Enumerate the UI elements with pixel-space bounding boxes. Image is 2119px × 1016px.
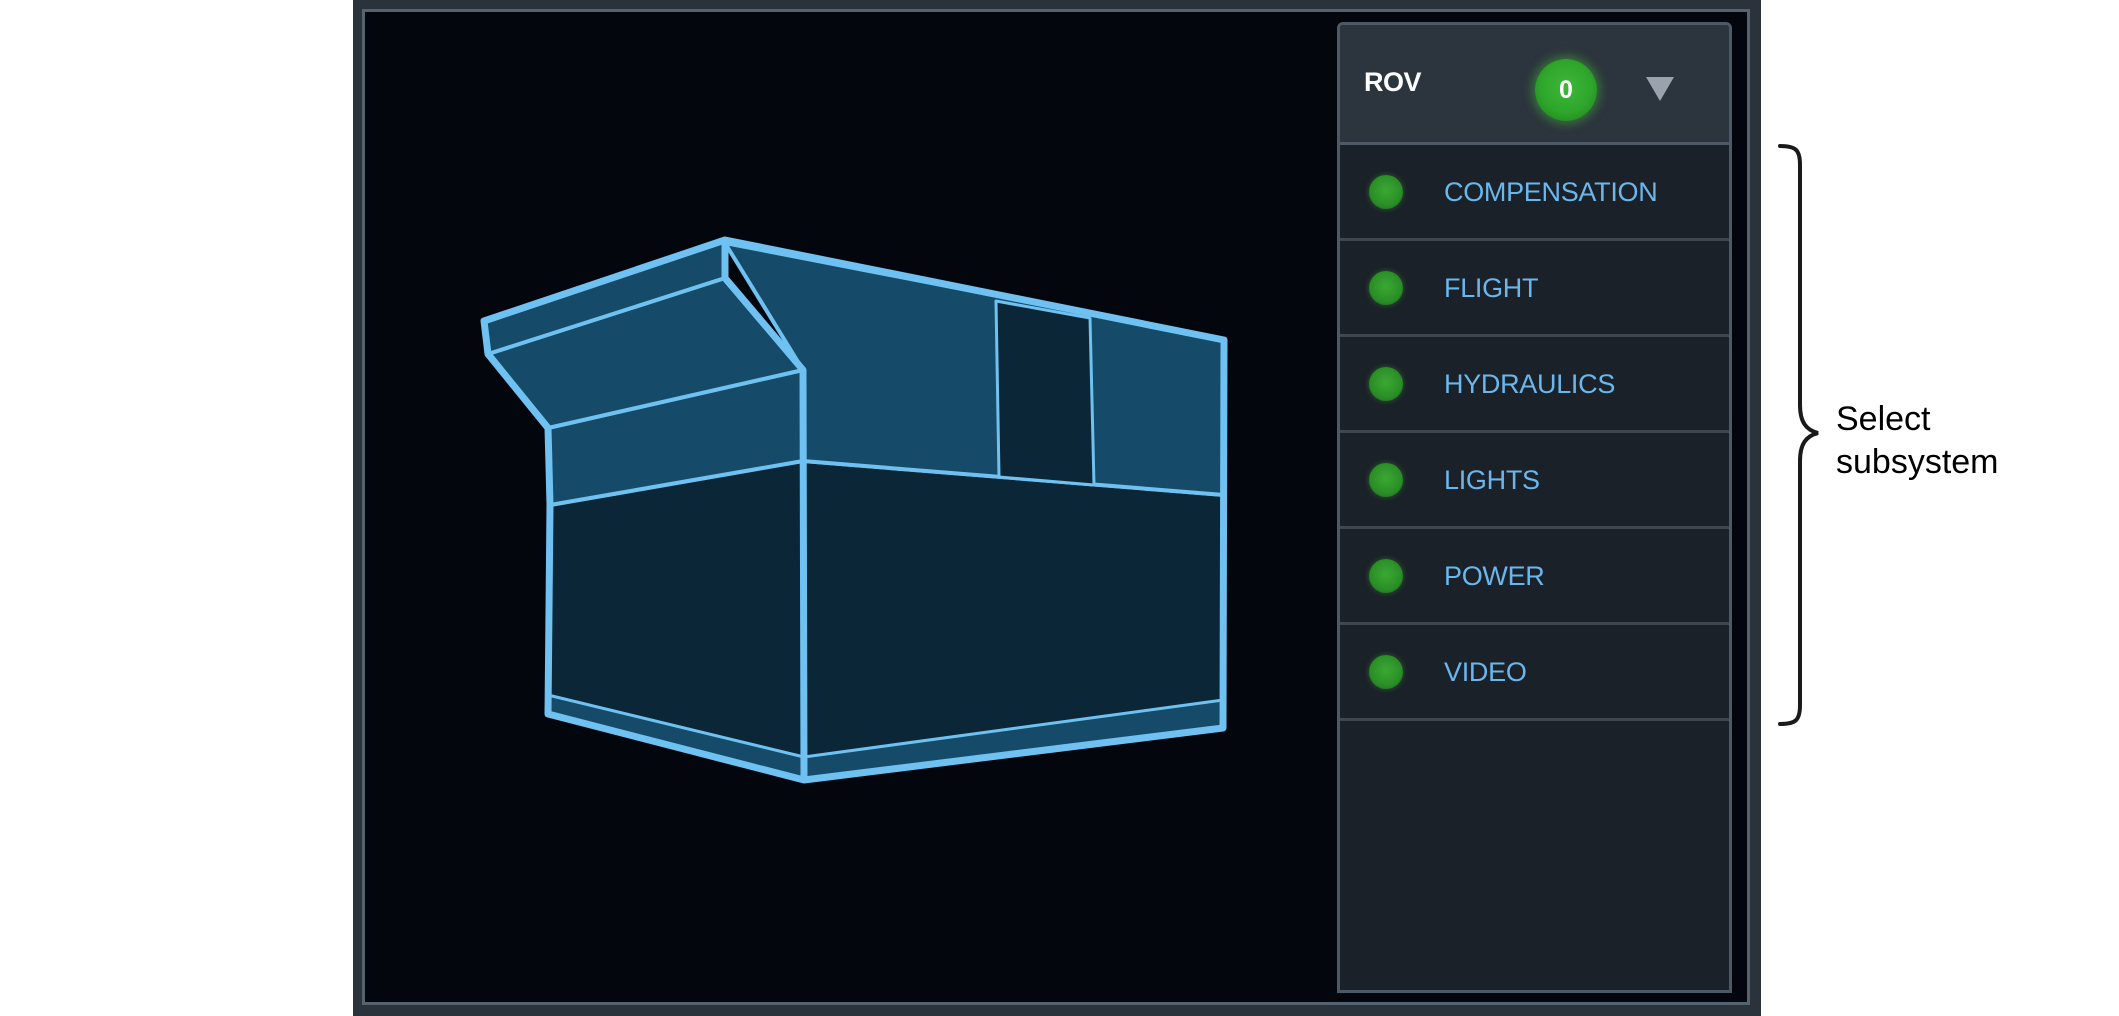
annotation-label: Select subsystem (1836, 400, 1999, 481)
status-led-icon (1369, 463, 1403, 497)
rov-3d-model[interactable] (0, 0, 2119, 1016)
status-led-icon (1369, 271, 1403, 305)
subsystem-label: HYDRAULICS (1444, 369, 1616, 399)
subsystem-item-flight[interactable]: FLIGHT (1340, 241, 1729, 337)
subsystem-label: LIGHTS (1444, 465, 1540, 495)
rov-upper-panel (994, 299, 1096, 487)
subsystem-label: POWER (1444, 561, 1545, 591)
alert-count-badge: 0 (1535, 59, 1597, 121)
panel-title: ROV (1364, 67, 1422, 97)
status-led-icon (1369, 655, 1403, 689)
subsystem-label: VIDEO (1444, 657, 1527, 687)
subsystem-list: COMPENSATION FLIGHT HYDRAULICS LIGHTS PO… (1340, 145, 1729, 721)
status-led-icon (1369, 175, 1403, 209)
subsystem-panel: ROV 0 COMPENSATION FLIGHT HYDRAULICS LIG… (1337, 22, 1732, 993)
panel-header: ROV 0 (1340, 25, 1729, 145)
subsystem-item-lights[interactable]: LIGHTS (1340, 433, 1729, 529)
subsystem-item-compensation[interactable]: COMPENSATION (1340, 145, 1729, 241)
subsystem-item-hydraulics[interactable]: HYDRAULICS (1340, 337, 1729, 433)
subsystem-label: COMPENSATION (1444, 177, 1658, 207)
subsystem-label: FLIGHT (1444, 273, 1539, 303)
status-led-icon (1369, 367, 1403, 401)
subsystem-item-video[interactable]: VIDEO (1340, 625, 1729, 721)
status-led-icon (1369, 559, 1403, 593)
triangle-down-icon[interactable] (1646, 77, 1674, 101)
subsystem-item-power[interactable]: POWER (1340, 529, 1729, 625)
